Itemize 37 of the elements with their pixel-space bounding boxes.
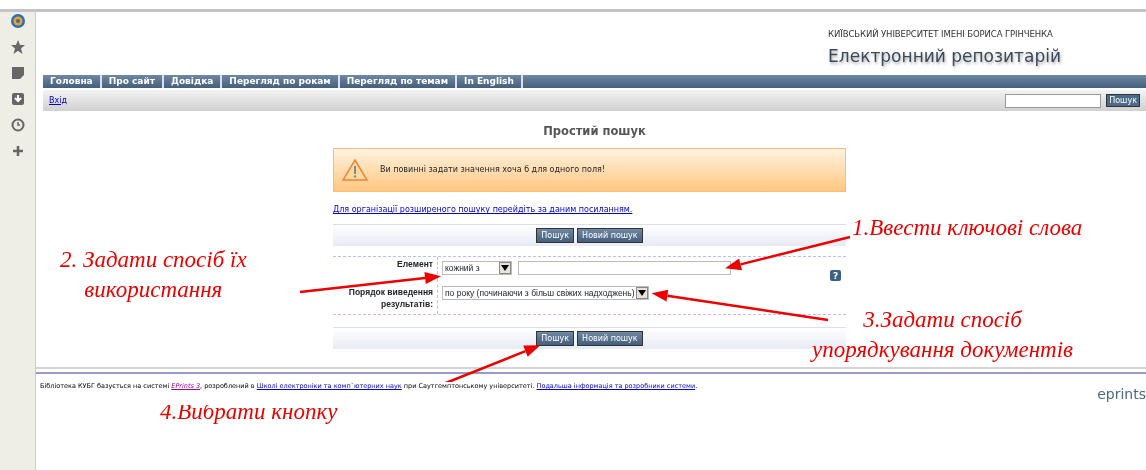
new-search-button[interactable]: Новий пошук <box>577 228 643 244</box>
annotation-text: 3.Задати спосіб упорядкування документів <box>812 306 1074 364</box>
site-title: Електронний репозитарій <box>828 44 1061 68</box>
dropdown-arrow-icon <box>501 265 509 272</box>
match-select[interactable]: кожний з <box>442 261 512 276</box>
order-select[interactable]: по року (починаючи з більш свіжих надходжень) <box>442 286 649 301</box>
field-label: Елемент <box>396 258 434 272</box>
search-button[interactable]: Пошук <box>1106 94 1140 107</box>
download-icon[interactable] <box>10 92 25 106</box>
nav-tab[interactable]: In English <box>457 75 523 88</box>
university-name: КИЇВСЬКИЙ УНІВЕРСИТЕТ ІМЕНІ БОРИСА ГРІНЧЕНКА <box>828 28 1054 41</box>
plus-icon[interactable] <box>10 144 25 158</box>
note-icon[interactable] <box>10 66 25 80</box>
new-search-button[interactable]: Новий пошук <box>577 331 643 347</box>
annotation-text: 2. Задати спосіб їх використання <box>60 246 247 304</box>
nav-tab[interactable]: Про сайт <box>101 75 164 88</box>
field-label: Порядок виведення результатів: <box>347 286 434 312</box>
page-title: Простий пошук <box>542 123 647 140</box>
search-button[interactable]: Пошук <box>536 331 575 347</box>
star-icon[interactable] <box>10 40 25 54</box>
nav-tab[interactable]: Перегляд по темам <box>339 75 458 88</box>
search-field[interactable] <box>1005 93 1102 108</box>
warning-message: Ви повинні задати значення хоча б для одного поля! <box>380 164 606 177</box>
advanced-search-link[interactable]: Для організації розширеного пошуку перейдіть за даним посиланням. <box>333 204 846 217</box>
app-icon[interactable] <box>10 14 25 28</box>
login-link[interactable]: Вхід <box>49 94 67 107</box>
annotation-text: 1.Ввести ключові слова <box>852 214 1083 242</box>
nav-tab[interactable]: Перегляд по рокам <box>222 75 340 88</box>
nav-tab[interactable]: Довідка <box>163 75 223 88</box>
clock-icon[interactable] <box>10 118 25 132</box>
eprints-logo: eprints <box>1097 385 1146 404</box>
keyword-field[interactable] <box>518 261 731 276</box>
nav-tab[interactable]: Головна <box>43 75 102 88</box>
warning-icon <box>342 159 368 182</box>
search-button[interactable]: Пошук <box>536 228 575 244</box>
dropdown-arrow-icon <box>637 290 646 297</box>
help-icon[interactable]: ? <box>830 270 841 281</box>
